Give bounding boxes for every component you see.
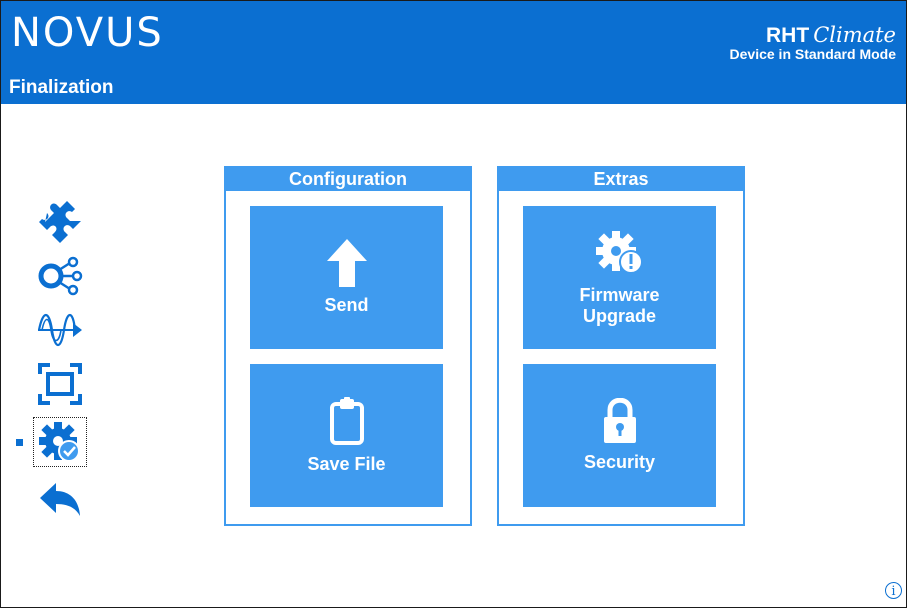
sidebar-item-network[interactable] bbox=[34, 252, 86, 300]
page-title: Finalization bbox=[9, 77, 114, 98]
save-file-label: Save File bbox=[307, 454, 386, 474]
display-frame-icon bbox=[38, 363, 82, 405]
send-button[interactable]: Send bbox=[250, 206, 443, 349]
puzzle-icon bbox=[39, 201, 81, 243]
network-icon bbox=[38, 256, 83, 296]
device-mode: Device in Standard Mode bbox=[729, 46, 896, 62]
padlock-icon bbox=[603, 398, 636, 443]
back-arrow-icon bbox=[40, 483, 80, 516]
sidebar-item-puzzle[interactable] bbox=[34, 198, 86, 246]
info-button[interactable]: i bbox=[885, 582, 902, 599]
security-label: Security bbox=[583, 452, 656, 472]
save-file-button[interactable]: Save File bbox=[250, 364, 443, 507]
upload-arrow-icon bbox=[326, 239, 367, 287]
gear-check-icon bbox=[39, 422, 80, 462]
signal-wave-icon bbox=[37, 313, 82, 347]
configuration-panel: Configuration Send Save File bbox=[224, 166, 472, 526]
product-name: RHT bbox=[766, 24, 810, 47]
send-label: Send bbox=[324, 295, 369, 315]
firmware-upgrade-button[interactable]: Firmware Upgrade bbox=[523, 206, 716, 349]
product-script-name: Climate bbox=[813, 23, 896, 47]
extras-panel-title: Extras bbox=[499, 168, 743, 191]
security-button[interactable]: Security bbox=[523, 364, 716, 507]
sidebar-item-display[interactable] bbox=[34, 360, 86, 408]
extras-panel: Extras Firmware Upgrade Security bbox=[497, 166, 745, 526]
selection-marker bbox=[16, 439, 23, 446]
firmware-upgrade-label: Firmware Upgrade bbox=[579, 285, 659, 327]
sidebar-item-signal[interactable] bbox=[34, 306, 86, 354]
gear-alert-icon bbox=[595, 230, 643, 274]
app-header: NOVUS Finalization RHT Climate Device in … bbox=[1, 1, 906, 104]
clipboard-icon bbox=[329, 397, 364, 445]
product-info: RHT Climate Device in Standard Mode bbox=[730, 23, 896, 62]
firmware-label-line1: Firmware bbox=[579, 284, 660, 305]
sidebar-item-back[interactable] bbox=[34, 476, 86, 524]
novus-logo: NOVUS bbox=[11, 10, 164, 56]
sidebar-item-finalization[interactable] bbox=[33, 417, 87, 467]
firmware-label-line2: Upgrade bbox=[582, 305, 656, 326]
configuration-panel-title: Configuration bbox=[226, 168, 470, 191]
